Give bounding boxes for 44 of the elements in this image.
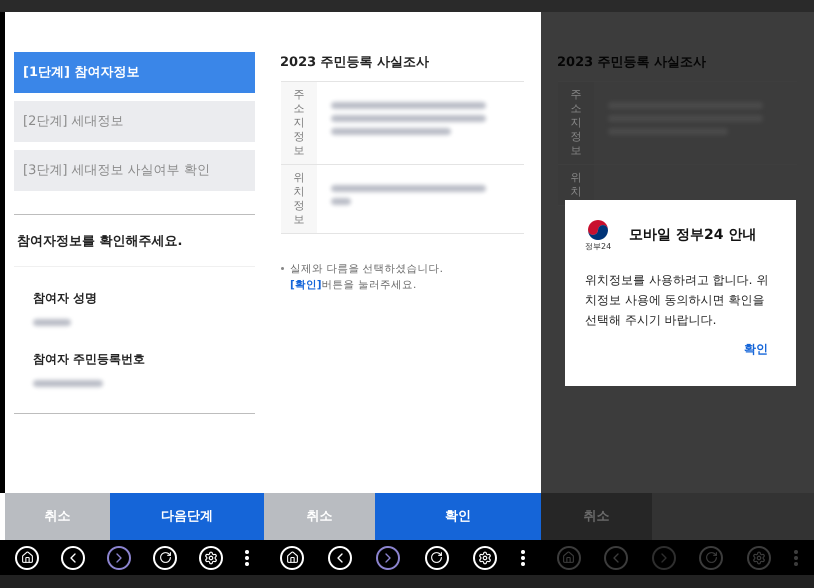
settings-icon [204,550,218,564]
blurred-text [33,380,103,386]
forward-button[interactable] [107,546,131,570]
cancel-button[interactable]: 취소 [541,493,652,540]
survey-title: 2023 주민등록 사실조사 [279,54,430,72]
refresh-icon [430,551,444,564]
settings-icon [478,550,492,564]
row-label: 주소지정보 [294,88,304,158]
dialog-title: 모바일 정부24 안내 [629,226,756,244]
more-button[interactable] [245,550,249,566]
row-label: 주소지정보 [570,88,582,158]
step-tab[interactable]: [2단계] 세대정보 [14,101,255,142]
row-label: 위치 [570,170,582,198]
survey-title: 2023 주민등록 사실조사 [556,54,708,72]
more-icon [520,550,525,566]
forward-button[interactable] [376,546,400,570]
bullet-icon [281,266,284,270]
primary-button[interactable]: 확인 [375,493,541,540]
row-label: 위치정보 [294,170,304,226]
dialog-message: 위치정보를 사용하려고 합니다. 위치정보 사용에 동의하시면 확인을 선택해 주시기 바랍니다. [585,272,770,329]
logo-text: 정부24 [585,242,612,252]
step-tab[interactable]: [1단계] 참여자정보 [14,52,255,93]
note-text: 실제와 다름을 선택하셨습니다. [290,262,444,276]
field-label: 참여자 성명 [33,290,98,306]
section-heading: 참여자정보를 확인해주세요. [16,233,184,251]
primary-button[interactable]: 다음단계 [110,493,264,540]
settings-icon [752,550,766,564]
more-icon [245,550,249,566]
home-icon [562,551,576,564]
step-tab[interactable]: [3단계] 세대정보 사실여부 확인 [14,150,255,191]
blurred-text [33,318,71,326]
field-label: 참여자 주민등록번호 [33,350,146,368]
refresh-icon [158,551,172,564]
blurred-text [331,198,351,204]
note-text: [확인]버튼을 눌러주세요. [290,278,418,292]
confirm-button[interactable]: 확인 [744,340,768,358]
emblem-icon [586,218,610,242]
cancel-button[interactable]: 취소 [5,493,110,540]
home-icon [286,551,299,564]
home-icon [20,551,34,564]
more-icon [794,550,798,566]
refresh-icon [704,551,718,564]
cancel-button[interactable]: 취소 [264,493,375,540]
more-button[interactable] [520,550,525,566]
